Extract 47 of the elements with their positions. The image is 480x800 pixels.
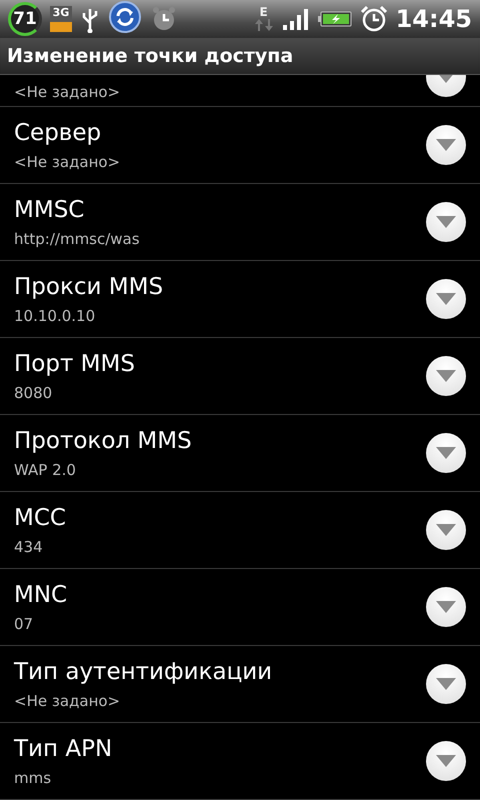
caret-icon <box>435 369 457 383</box>
dropdown-button[interactable] <box>426 202 466 242</box>
signal-icon <box>282 7 310 31</box>
setting-title: MCC <box>14 504 66 533</box>
dropdown-button[interactable] <box>426 587 466 627</box>
dropdown-button[interactable] <box>426 279 466 319</box>
setting-title: MMSC <box>14 196 86 225</box>
setting-value: <Не задано> <box>14 82 120 102</box>
setting-title: Тип аутентификации <box>14 658 272 687</box>
setting-value: WAP 2.0 <box>14 460 77 480</box>
caret-icon <box>435 292 457 306</box>
setting-value: <Не задано> <box>14 152 120 172</box>
battery-charging-icon <box>318 9 352 29</box>
caret-icon <box>435 677 457 691</box>
caret-icon <box>435 138 457 152</box>
network-badge-icon: 3G <box>50 6 72 32</box>
caret-icon <box>435 600 457 614</box>
setting-value: 07 <box>14 614 34 634</box>
data-type-label: E <box>259 6 268 18</box>
setting-title: Тип APN <box>14 735 112 764</box>
dropdown-button[interactable] <box>426 125 466 165</box>
dropdown-button[interactable] <box>426 664 466 704</box>
setting-value: http://mmsc/was <box>14 229 140 249</box>
data-arrows-icon <box>254 18 274 32</box>
setting-value: 8080 <box>14 383 54 403</box>
setting-title: Сервер <box>14 119 102 148</box>
caret-icon <box>435 523 457 537</box>
setting-value: <Не задано> <box>14 691 122 711</box>
alarm-clock-icon <box>360 5 388 33</box>
caret-icon <box>435 754 457 768</box>
setting-value: 10.10.0.10 <box>14 306 96 326</box>
dropdown-button[interactable] <box>426 510 466 550</box>
setting-title: Порт MMS <box>14 350 135 379</box>
setting-value: mms <box>14 768 52 788</box>
dropdown-button[interactable] <box>426 741 466 781</box>
setting-title: MNC <box>14 581 68 610</box>
battery-level-icon: 71 <box>8 2 42 36</box>
dropdown-button[interactable] <box>426 356 466 396</box>
alarm-icon <box>150 5 178 33</box>
setting-value: 434 <box>14 537 44 557</box>
screen-title: Изменение точки доступа <box>0 38 480 75</box>
dropdown-button[interactable] <box>426 433 466 473</box>
clock-time: 14:45 <box>396 4 472 35</box>
setting-title: Прокси MMS <box>14 273 164 302</box>
setting-title: Протокол MMS <box>14 427 192 456</box>
caret-icon <box>435 446 457 460</box>
caret-icon <box>435 215 457 229</box>
